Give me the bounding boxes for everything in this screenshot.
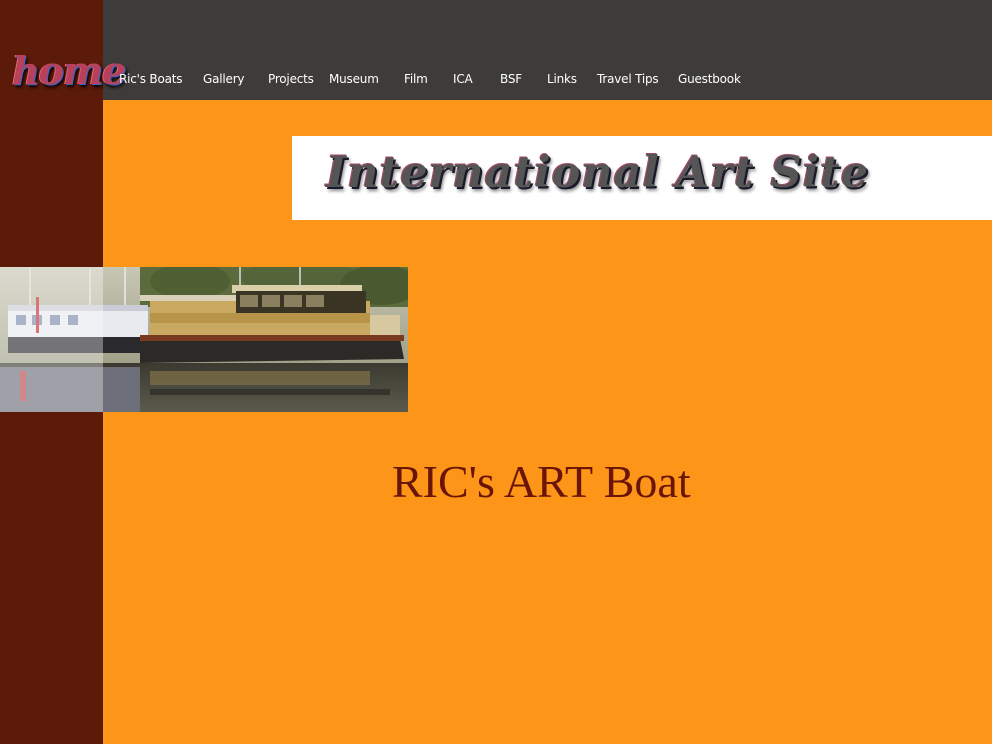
site-banner: International Art Site bbox=[292, 136, 992, 220]
nav-link-film[interactable]: Film bbox=[404, 72, 428, 86]
houseboat-photo bbox=[0, 267, 408, 412]
nav-link-projects[interactable]: Projects bbox=[268, 72, 314, 86]
nav-link-guestbook[interactable]: Guestbook bbox=[678, 72, 741, 86]
nav-link-gallery[interactable]: Gallery bbox=[203, 72, 245, 86]
nav-link-rics-boats[interactable]: Ric's Boats bbox=[119, 72, 183, 86]
nav-link-bsf[interactable]: BSF bbox=[500, 72, 522, 86]
page-title: RIC's ART Boat bbox=[392, 456, 691, 507]
photo-overlay bbox=[0, 267, 103, 412]
nav-link-links[interactable]: Links bbox=[547, 72, 577, 86]
banner-title: International Art Site bbox=[326, 148, 870, 198]
nav-link-travel-tips[interactable]: Travel Tips bbox=[597, 72, 659, 86]
nav-link-museum[interactable]: Museum bbox=[329, 72, 379, 86]
nav-link-ica[interactable]: ICA bbox=[453, 72, 473, 86]
home-logo-link[interactable]: home bbox=[12, 52, 126, 90]
